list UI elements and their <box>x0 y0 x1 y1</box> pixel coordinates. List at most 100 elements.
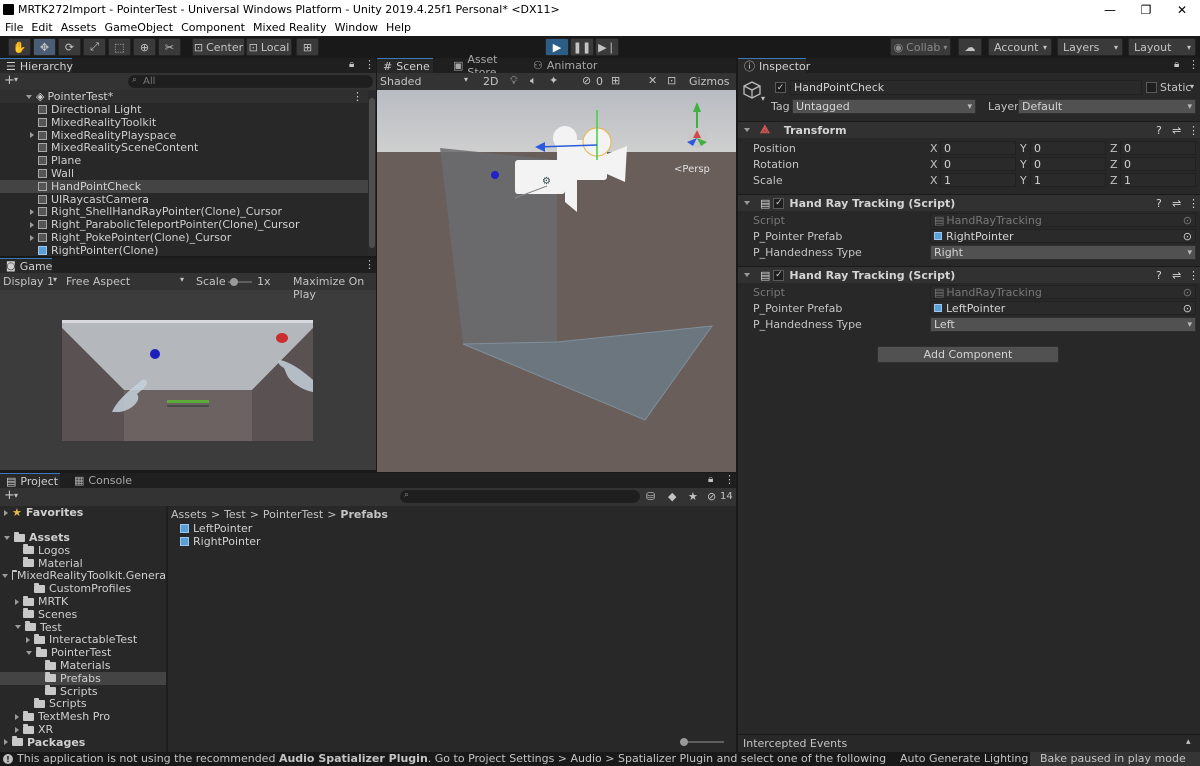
tab-inspector[interactable]: ⓘ Inspector <box>738 58 810 73</box>
filter-label-icon[interactable]: ◆ <box>668 490 676 503</box>
project-search-input[interactable] <box>400 490 640 503</box>
tools-icon[interactable]: ✕ <box>648 74 657 87</box>
hierarchy-item[interactable]: MixedRealityPlayspace <box>0 129 368 142</box>
component-enabled-checkbox[interactable]: ✓ <box>773 269 785 281</box>
project-tree-item[interactable]: XR <box>0 723 166 736</box>
help-icon[interactable]: ? <box>1156 124 1162 137</box>
transform-x-field[interactable]: 0 <box>940 141 1016 155</box>
active-checkbox[interactable]: ✓ <box>775 82 786 93</box>
project-divider[interactable] <box>166 506 168 752</box>
expand-arrow-icon[interactable] <box>30 208 34 215</box>
lock-icon[interactable]: 🔒︎ <box>349 59 354 70</box>
hierarchy-scrollbar-thumb[interactable] <box>369 98 375 248</box>
status-message[interactable]: This application is not using the recomm… <box>17 752 887 765</box>
component-enabled-checkbox[interactable]: ✓ <box>773 197 785 209</box>
axis-z-label[interactable]: Z <box>1110 142 1118 155</box>
transform-z-field[interactable]: 0 <box>1120 141 1196 155</box>
transform-z-field[interactable]: 1 <box>1120 173 1196 187</box>
project-tree-item[interactable]: Materials <box>0 659 166 672</box>
axis-z-label[interactable]: Z <box>1110 158 1118 171</box>
panel-menu-icon[interactable]: ⋮ <box>724 473 735 486</box>
aspect-dropdown[interactable]: Free Aspect ▾ <box>66 275 190 288</box>
transform-y-field[interactable]: 0 <box>1030 141 1106 155</box>
menu-assets[interactable]: Assets <box>57 21 101 34</box>
pivot-center-button[interactable]: ⊡ Center <box>192 38 245 56</box>
hidden-packages-icon[interactable]: ⊘ <box>707 490 716 503</box>
help-icon[interactable]: ? <box>1156 197 1162 210</box>
scene-root-row[interactable]: ◈ PointerTest* ⋮ <box>0 90 368 103</box>
chevron-down-icon[interactable]: ▾ <box>761 94 765 103</box>
rect-tool-button[interactable]: ⬚ <box>108 38 131 56</box>
hierarchy-item[interactable]: UIRaycastCamera <box>0 193 368 206</box>
expand-arrow-icon[interactable] <box>744 128 750 132</box>
rotate-tool-button[interactable]: ⟳ <box>58 38 81 56</box>
favorite-star-icon[interactable]: ★ <box>688 490 698 503</box>
project-tree-item[interactable]: CustomProfiles <box>0 582 166 595</box>
asset-left-pointer[interactable]: LeftPointer <box>180 522 252 535</box>
pause-button[interactable]: ❚❚ <box>570 38 594 56</box>
grid-snap-button[interactable]: ⊞ <box>296 38 319 56</box>
project-tree-item[interactable]: Scripts <box>0 685 166 698</box>
tab-hierarchy[interactable]: ☰ Hierarchy <box>0 58 73 73</box>
expand-arrow-icon[interactable] <box>15 726 19 733</box>
tab-console[interactable]: ▦ Console <box>68 473 132 488</box>
grid-toggle-icon[interactable]: ⊞ <box>611 74 620 87</box>
hierarchy-scrollbar[interactable] <box>368 90 376 256</box>
transform-tool-button[interactable]: ⊕ <box>133 38 156 56</box>
intercepted-events-bar[interactable]: Intercepted Events ▴ <box>738 734 1200 751</box>
lighting-icon[interactable]: 💡︎ <box>510 74 518 88</box>
hierarchy-item[interactable]: Right_PokePointer(Clone)_Cursor <box>0 231 368 244</box>
icon-size-slider-thumb[interactable] <box>680 738 688 746</box>
expand-arrow-icon[interactable] <box>15 713 19 720</box>
close-button[interactable]: ✕ <box>1164 0 1200 19</box>
scale-slider[interactable] <box>228 278 252 286</box>
project-tree-item[interactable]: Packages <box>0 736 166 749</box>
expand-arrow-icon[interactable] <box>15 598 19 605</box>
object-name-input[interactable]: HandPointCheck <box>790 80 1142 95</box>
scene-viewport[interactable]: ⚙ <Persp <box>377 90 736 472</box>
transform-x-field[interactable]: 0 <box>940 157 1016 171</box>
breadcrumb-assets[interactable]: Assets <box>171 508 207 521</box>
persp-label-text[interactable]: <Persp <box>674 164 710 175</box>
menu-component[interactable]: Component <box>177 21 249 34</box>
transform-y-field[interactable]: 0 <box>1030 157 1106 171</box>
preset-icon[interactable]: ⇌ <box>1172 197 1181 210</box>
project-tree-item[interactable]: MRTK <box>0 595 166 608</box>
hierarchy-item[interactable]: MixedRealityToolkit <box>0 116 368 129</box>
object-picker-icon[interactable]: ⊙ <box>1183 230 1192 243</box>
menu-file[interactable]: File <box>1 21 27 34</box>
component-menu-icon[interactable]: ⋮ <box>1188 124 1199 137</box>
panel-menu-icon[interactable]: ⋮ <box>1188 58 1199 71</box>
project-tree-item[interactable]: Material <box>0 557 166 570</box>
expand-arrow-icon[interactable] <box>4 509 8 516</box>
game-viewport[interactable] <box>62 320 313 441</box>
visibility-icon[interactable]: ⊘ <box>582 74 591 87</box>
auto-lighting-status[interactable]: Auto Generate Lighting Off <box>900 752 1048 765</box>
display-dropdown[interactable]: Display 1 ▾ <box>3 275 61 288</box>
panel-menu-icon[interactable]: ⋮ <box>364 58 375 71</box>
scene-menu-icon[interactable]: ⋮ <box>352 90 363 103</box>
menu-window[interactable]: Window <box>331 21 382 34</box>
project-tree-item[interactable]: Logos <box>0 544 166 557</box>
custom-tool-button[interactable]: ✂ <box>158 38 181 56</box>
breadcrumb-test[interactable]: Test <box>224 508 246 521</box>
expand-arrow-icon[interactable] <box>4 535 10 540</box>
tab-game[interactable]: ◙ Game <box>0 258 52 273</box>
pointer-prefab-field[interactable]: ⊙ RightPointer <box>930 229 1196 243</box>
axis-y-label[interactable]: Y <box>1020 174 1027 187</box>
restore-button[interactable]: ❐ <box>1128 0 1164 19</box>
maximize-on-play-toggle[interactable]: Maximize On Play <box>293 275 376 301</box>
breadcrumb-pointertest[interactable]: PointerTest <box>263 508 323 521</box>
bake-status[interactable]: Bake paused in play mode <box>1030 752 1200 766</box>
expand-arrow-icon[interactable] <box>4 739 8 746</box>
menu-edit[interactable]: Edit <box>27 21 56 34</box>
tag-dropdown[interactable]: Untagged <box>792 99 976 114</box>
hand-tool-button[interactable]: ✋ <box>8 38 31 56</box>
object-picker-icon[interactable]: ⊙ <box>1183 286 1192 299</box>
play-button[interactable]: ▶ <box>545 38 569 56</box>
axis-x-label[interactable]: X <box>930 174 938 187</box>
script-component-header[interactable]: ▤ ✓ Hand Ray Tracking (Script)? ⇌ ⋮ <box>738 266 1200 283</box>
effects-icon[interactable]: ✦ <box>549 74 558 87</box>
gizmos-dropdown[interactable]: Gizmos <box>689 75 737 88</box>
menu-gameobject[interactable]: GameObject <box>101 21 178 34</box>
